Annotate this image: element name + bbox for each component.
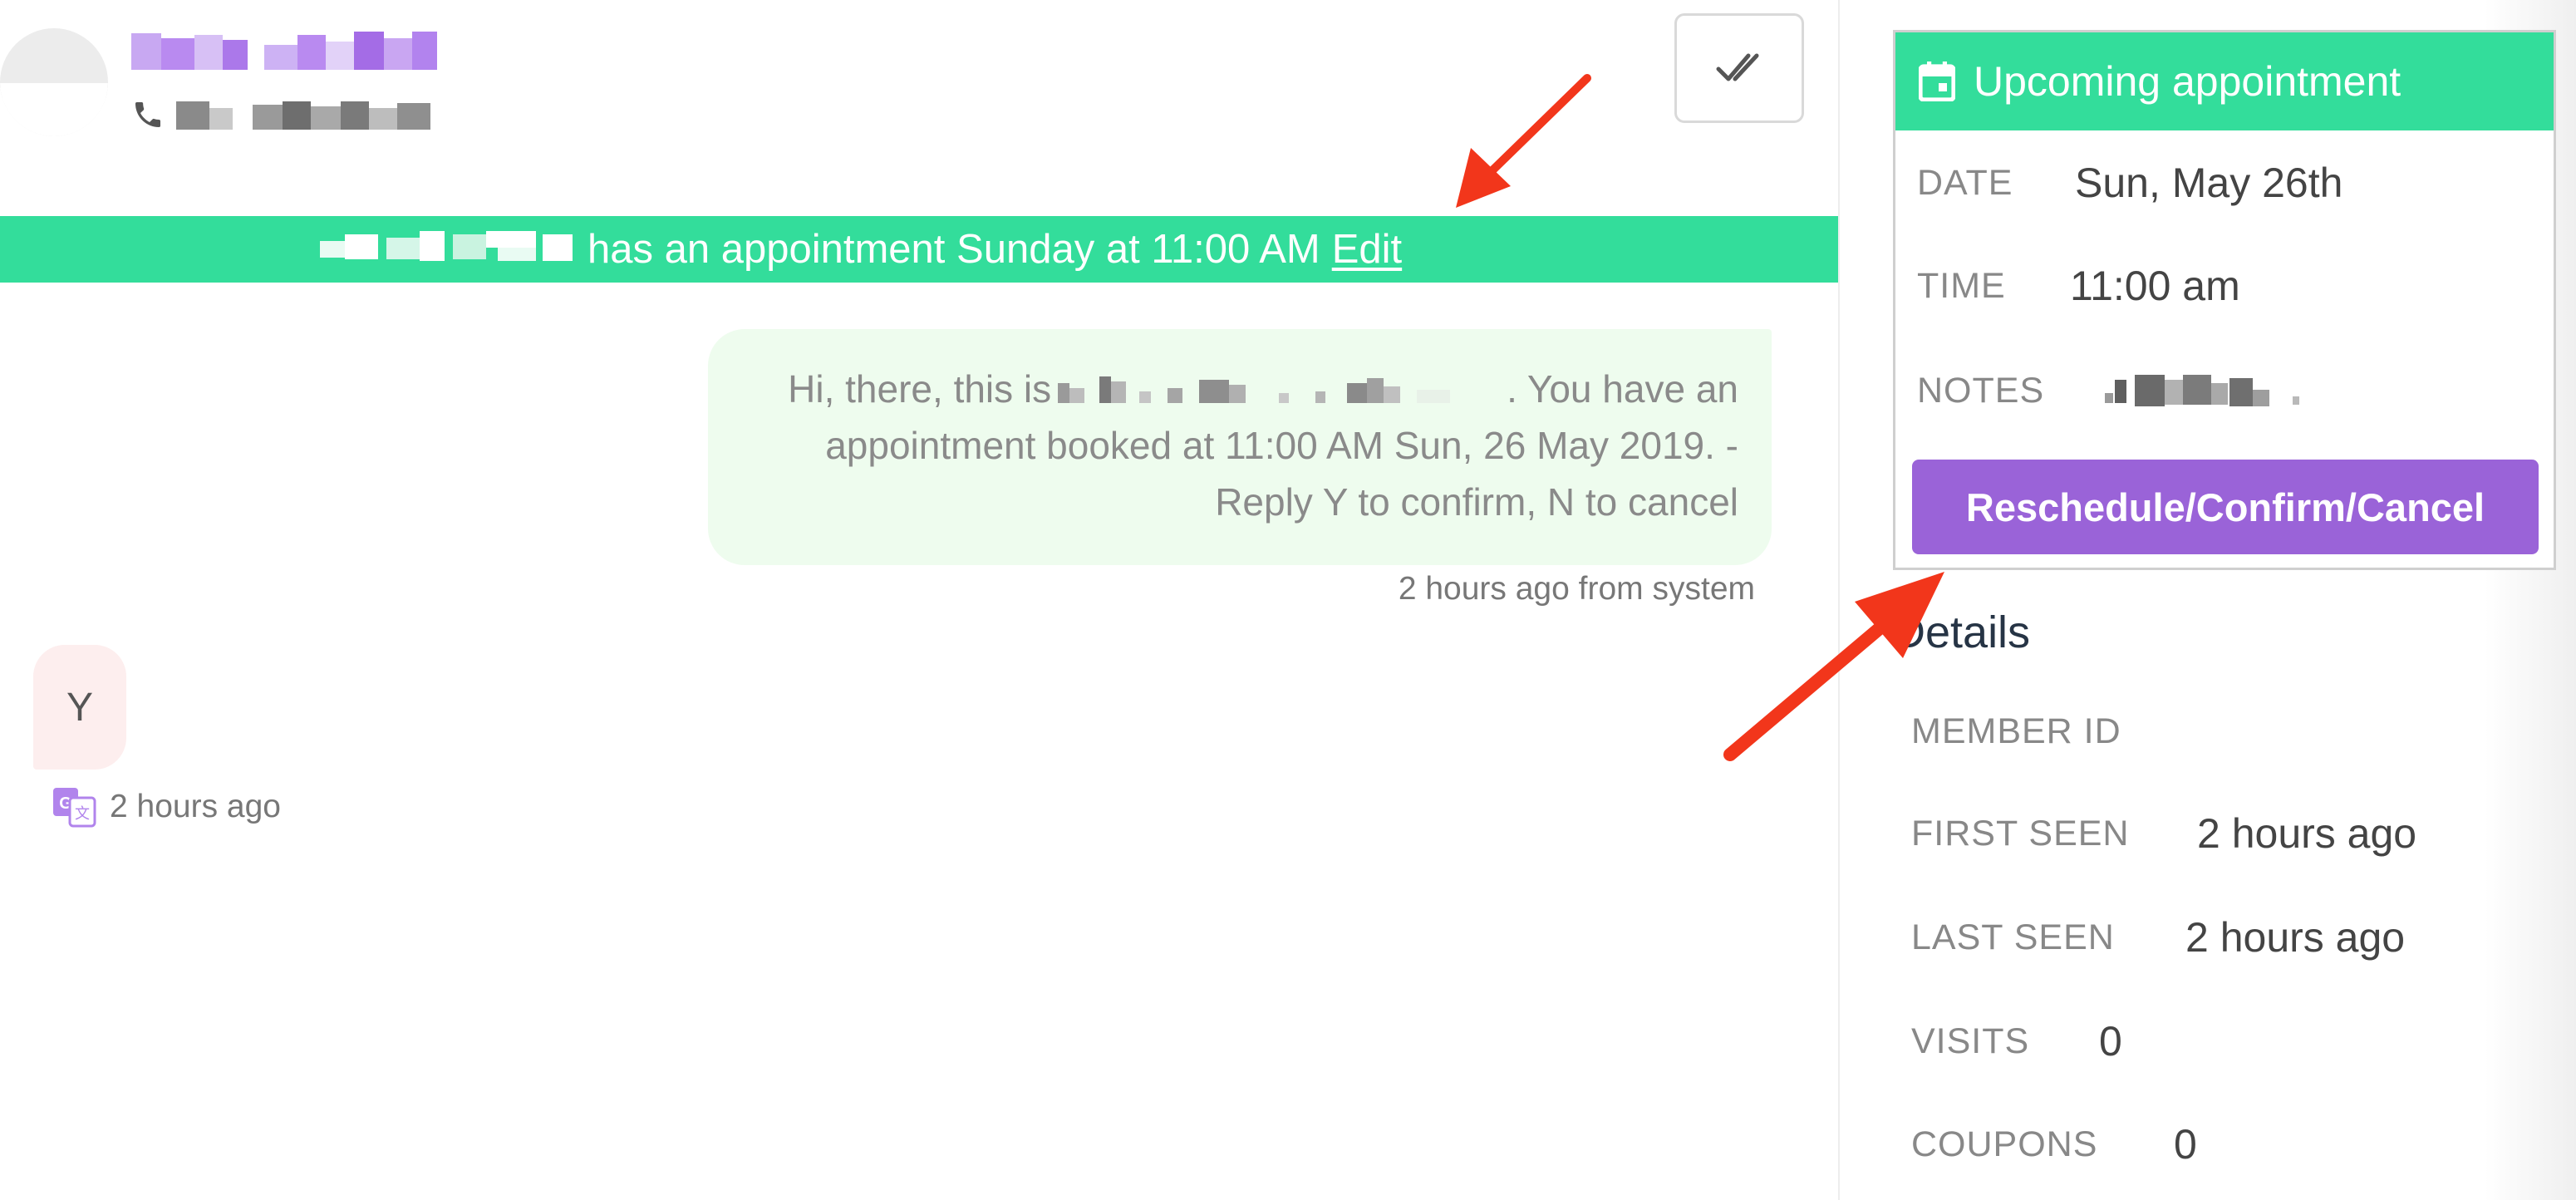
side-panel-divider xyxy=(1838,0,1840,1200)
contact-name-redacted xyxy=(131,27,439,78)
outgoing-message-text-start: Hi, there, this is xyxy=(788,367,1052,411)
phone-number-redacted xyxy=(176,98,450,131)
incoming-message-text: Y xyxy=(66,685,93,730)
appointment-card-title: Upcoming appointment xyxy=(1974,58,2401,105)
member-id-row: MEMBER ID xyxy=(1911,702,2121,760)
double-check-icon xyxy=(1716,53,1759,81)
reschedule-confirm-cancel-button[interactable]: Reschedule/Confirm/Cancel xyxy=(1912,460,2539,554)
appointment-notes-label: NOTES xyxy=(1917,370,2045,411)
banner-contact-redacted xyxy=(320,226,574,273)
contact-avatar xyxy=(0,28,108,136)
appointment-banner: has an appointment Sunday at 11:00 AM Ed… xyxy=(0,216,1838,283)
mark-done-button[interactable] xyxy=(1674,13,1804,123)
details-title: Details xyxy=(1893,607,2031,657)
incoming-message-meta-row: G 文 2 hours ago xyxy=(52,784,281,829)
first-seen-row: FIRST SEEN 2 hours ago xyxy=(1911,804,2416,863)
banner-edit-link[interactable]: Edit xyxy=(1332,226,1402,273)
visits-value: 0 xyxy=(2099,1018,2122,1065)
appointment-notes-redacted xyxy=(2105,371,2304,410)
outgoing-message-bubble: Hi, there, this is . You have an appoint… xyxy=(708,329,1772,565)
avatar-smile xyxy=(0,83,108,136)
banner-text: has an appointment Sunday at 11:00 AM xyxy=(587,227,1320,272)
last-seen-row: LAST SEEN 2 hours ago xyxy=(1911,908,2405,966)
coupons-row: COUPONS 0 xyxy=(1911,1115,2197,1173)
visits-row: VISITS 0 xyxy=(1911,1012,2122,1070)
appointment-date-row: DATE Sun, May 26th xyxy=(1917,154,2342,212)
coupons-value: 0 xyxy=(2174,1121,2197,1168)
visits-label: VISITS xyxy=(1911,1020,2030,1061)
first-seen-value: 2 hours ago xyxy=(2197,810,2417,857)
appointment-time-row: TIME 11:00 am xyxy=(1917,257,2240,315)
appointment-date-label: DATE xyxy=(1917,162,2013,203)
incoming-message-meta: 2 hours ago xyxy=(110,789,281,824)
appointment-time-value: 11:00 am xyxy=(2070,263,2240,309)
phone-icon xyxy=(135,102,160,127)
outgoing-message-meta: 2 hours ago from system xyxy=(1398,571,1755,607)
appointment-notes-row: NOTES xyxy=(1917,361,2304,420)
svg-text:文: 文 xyxy=(75,805,90,823)
member-id-label: MEMBER ID xyxy=(1911,711,2121,751)
appointment-time-label: TIME xyxy=(1917,265,2006,306)
arrow-to-edit-link xyxy=(1456,74,1591,208)
first-seen-label: FIRST SEEN xyxy=(1911,813,2130,853)
last-seen-value: 2 hours ago xyxy=(2185,914,2406,961)
outgoing-message-redacted xyxy=(1051,373,1507,411)
appointment-date-value: Sun, May 26th xyxy=(2075,160,2343,206)
coupons-label: COUPONS xyxy=(1911,1124,2098,1164)
incoming-message-bubble: Y xyxy=(33,645,126,770)
calendar-icon xyxy=(1919,61,1955,101)
translate-icon[interactable]: G 文 xyxy=(52,784,96,829)
upcoming-appointment-card: Upcoming appointment DATE Sun, May 26th … xyxy=(1893,30,2556,570)
appointment-card-header: Upcoming appointment xyxy=(1895,32,2554,130)
contact-phone-row xyxy=(131,95,450,135)
last-seen-label: LAST SEEN xyxy=(1911,917,2115,957)
